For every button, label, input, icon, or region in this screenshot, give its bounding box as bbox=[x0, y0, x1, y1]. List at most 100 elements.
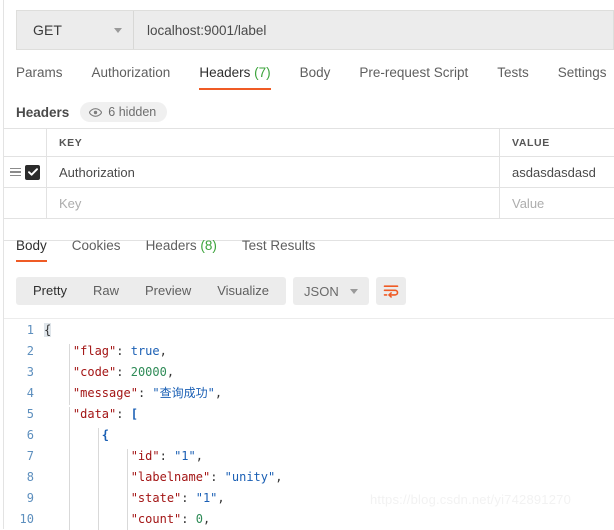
tab-authorization-label: Authorization bbox=[92, 65, 171, 80]
code-token: : bbox=[138, 386, 152, 400]
table-header-grip-cell bbox=[4, 129, 46, 156]
chevron-down-icon bbox=[350, 289, 358, 294]
wrap-lines-button[interactable] bbox=[376, 277, 406, 305]
table-row-empty[interactable]: Key Value bbox=[4, 188, 614, 219]
headers-subheader: Headers 6 hidden bbox=[16, 96, 614, 128]
code-line-text: "state": "1", bbox=[44, 491, 614, 505]
code-line-text: { bbox=[44, 428, 614, 442]
header-key-input[interactable]: Authorization bbox=[46, 157, 500, 187]
headers-table: KEY VALUE Authorization asdasdasdasd Key… bbox=[4, 128, 614, 241]
indent-guide bbox=[98, 512, 99, 530]
code-token: { bbox=[102, 428, 109, 442]
code-line: 7 "id": "1", bbox=[4, 445, 614, 466]
code-line-text: "code": 20000, bbox=[44, 365, 614, 379]
code-token: : bbox=[116, 344, 130, 358]
code-token: "code" bbox=[73, 365, 116, 379]
table-header-row: KEY VALUE bbox=[4, 129, 614, 157]
tab-headers-count: (7) bbox=[254, 65, 271, 80]
line-number: 2 bbox=[4, 344, 44, 358]
response-tab-headers-count: (8) bbox=[200, 238, 217, 253]
hidden-headers-label: 6 hidden bbox=[108, 105, 156, 119]
new-header-value-input[interactable]: Value bbox=[500, 188, 614, 218]
line-number: 9 bbox=[4, 491, 44, 505]
code-token: : bbox=[160, 449, 174, 463]
view-mode-visualize[interactable]: Visualize bbox=[204, 277, 282, 305]
wrap-lines-icon bbox=[383, 284, 399, 298]
view-mode-raw[interactable]: Raw bbox=[80, 277, 132, 305]
response-tab-test-results[interactable]: Test Results bbox=[242, 238, 316, 262]
line-number: 8 bbox=[4, 470, 44, 484]
response-format-toolbar: Pretty Raw Preview Visualize JSON bbox=[16, 277, 406, 305]
code-token: : bbox=[116, 365, 130, 379]
new-header-key-input[interactable]: Key bbox=[46, 188, 500, 218]
code-line: 10 "count": 0, bbox=[4, 508, 614, 529]
request-bar: GET localhost:9001/label bbox=[16, 10, 614, 50]
response-tab-cookies-label: Cookies bbox=[72, 238, 121, 253]
tab-params[interactable]: Params bbox=[16, 58, 63, 90]
code-line-text: "message": "查询成功", bbox=[44, 384, 614, 401]
response-tab-headers-label: Headers bbox=[146, 238, 197, 253]
code-line-text: "count": 0, bbox=[44, 512, 614, 526]
header-value-input[interactable]: asdasdasdasd bbox=[500, 157, 614, 187]
response-language-select[interactable]: JSON bbox=[293, 277, 369, 305]
code-token: , bbox=[275, 470, 282, 484]
response-tab-cookies[interactable]: Cookies bbox=[72, 238, 121, 262]
response-body-editor[interactable]: 1{2 "flag": true,3 "code": 20000,4 "mess… bbox=[4, 318, 614, 530]
view-mode-preview[interactable]: Preview bbox=[132, 277, 204, 305]
tab-headers[interactable]: Headers (7) bbox=[199, 58, 270, 90]
code-token: "id" bbox=[131, 449, 160, 463]
http-method-select[interactable]: GET bbox=[17, 11, 134, 49]
code-token: true bbox=[131, 344, 160, 358]
code-line-text: "flag": true, bbox=[44, 344, 614, 358]
tab-pre-request-script-label: Pre-request Script bbox=[359, 65, 468, 80]
code-line: 8 "labelname": "unity", bbox=[4, 466, 614, 487]
drag-handle-icon[interactable] bbox=[10, 168, 21, 177]
code-token: : bbox=[181, 512, 195, 526]
line-number: 4 bbox=[4, 386, 44, 400]
code-token: , bbox=[160, 344, 167, 358]
response-tab-body[interactable]: Body bbox=[16, 238, 47, 262]
table-row[interactable]: Authorization asdasdasdasd bbox=[4, 157, 614, 188]
tab-headers-label: Headers bbox=[199, 65, 250, 80]
indent-guide bbox=[69, 512, 70, 530]
tab-settings[interactable]: Settings bbox=[558, 58, 607, 90]
http-method-label: GET bbox=[33, 22, 62, 38]
code-token: "unity" bbox=[225, 470, 276, 484]
code-token: { bbox=[44, 323, 51, 337]
tab-pre-request-script[interactable]: Pre-request Script bbox=[359, 58, 468, 90]
chevron-down-icon bbox=[114, 28, 122, 33]
code-token: 0 bbox=[196, 512, 203, 526]
tab-body[interactable]: Body bbox=[300, 58, 331, 90]
code-token: "1" bbox=[196, 491, 218, 505]
view-mode-group: Pretty Raw Preview Visualize bbox=[16, 277, 286, 305]
code-token: [ bbox=[131, 407, 138, 421]
indent-guide bbox=[127, 512, 128, 530]
tab-tests[interactable]: Tests bbox=[497, 58, 529, 90]
view-mode-pretty[interactable]: Pretty bbox=[20, 277, 80, 305]
line-number: 3 bbox=[4, 365, 44, 379]
code-token: , bbox=[167, 365, 174, 379]
response-tab-body-label: Body bbox=[16, 238, 47, 253]
code-line-text: "data": [ bbox=[44, 407, 614, 421]
hidden-headers-toggle[interactable]: 6 hidden bbox=[80, 102, 167, 122]
response-tab-headers[interactable]: Headers (8) bbox=[146, 238, 217, 262]
tab-authorization[interactable]: Authorization bbox=[92, 58, 171, 90]
code-line: 6 { bbox=[4, 424, 614, 445]
code-token: "labelname" bbox=[131, 470, 210, 484]
eye-icon bbox=[89, 108, 102, 117]
response-tab-test-results-label: Test Results bbox=[242, 238, 316, 253]
code-line-text: { bbox=[44, 323, 614, 337]
row-controls-empty bbox=[4, 188, 46, 218]
line-number: 5 bbox=[4, 407, 44, 421]
code-token: , bbox=[196, 449, 203, 463]
code-token: "message" bbox=[73, 386, 138, 400]
line-number: 1 bbox=[4, 323, 44, 337]
headers-title: Headers bbox=[16, 105, 69, 120]
indent-guide bbox=[69, 384, 70, 405]
tab-settings-label: Settings bbox=[558, 65, 607, 80]
code-token: , bbox=[215, 386, 222, 400]
row-enabled-checkbox[interactable] bbox=[25, 165, 40, 180]
url-input[interactable]: localhost:9001/label bbox=[134, 11, 613, 49]
column-header-key: KEY bbox=[46, 129, 500, 156]
code-line: 4 "message": "查询成功", bbox=[4, 382, 614, 403]
